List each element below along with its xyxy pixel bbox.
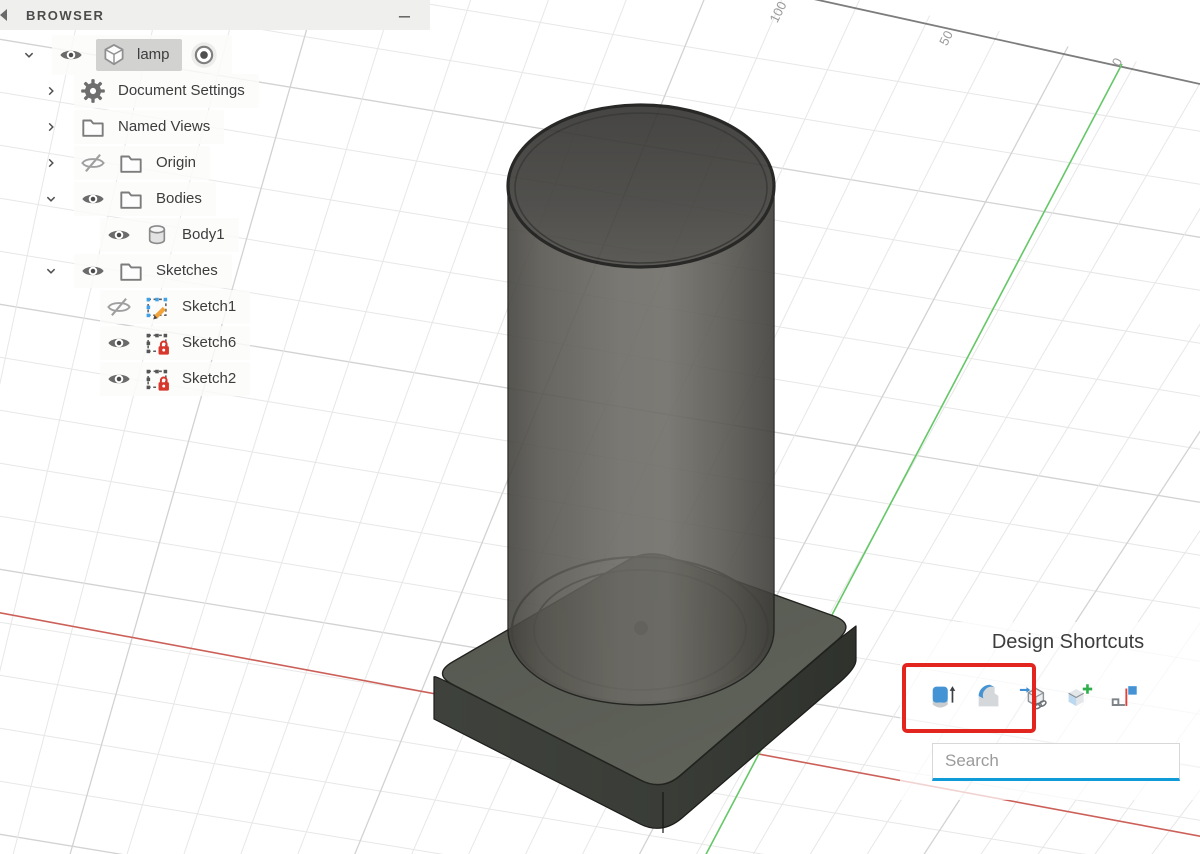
tree-row-strip: Sketch1 — [100, 290, 251, 324]
tree-item-label: Sketch1 — [182, 298, 237, 315]
sketch-edit-icon — [144, 294, 170, 320]
visibility-eye-icon[interactable] — [80, 258, 106, 284]
grid-label-100: 100 — [766, 0, 789, 25]
visibility-eye-icon[interactable] — [106, 222, 132, 248]
tree-row-sketches[interactable]: Sketches — [0, 254, 430, 288]
design-shortcuts-title: Design Shortcuts — [991, 631, 1145, 653]
sketch-locked-icon — [144, 366, 170, 392]
tree-row-strip: Sketches — [74, 254, 232, 288]
component-cube-icon — [101, 42, 127, 68]
tree-row-named-views[interactable]: Named Views — [0, 110, 430, 144]
tree-row-strip: Bodies — [74, 182, 216, 216]
chevron-down-icon[interactable] — [36, 186, 66, 212]
tree-item-label: Sketches — [156, 262, 218, 279]
visibility-eye-icon[interactable] — [106, 366, 132, 392]
visibility-eye-icon[interactable] — [106, 330, 132, 356]
tree-row-strip: Sketch6 — [100, 326, 251, 360]
tree-item-label: Sketch2 — [182, 370, 237, 387]
folder-icon — [80, 114, 106, 140]
model-lamp[interactable] — [433, 103, 857, 833]
tree-row-strip: lamp — [52, 35, 232, 75]
grid-label-50: 50 — [936, 28, 956, 48]
tree-item-label: Bodies — [156, 190, 202, 207]
chevron-down-icon[interactable] — [36, 258, 66, 284]
tree-row-strip: Body1 — [100, 218, 239, 252]
activate-component-radio[interactable] — [190, 41, 218, 69]
joint-icon[interactable] — [1108, 681, 1140, 713]
chevron-right-icon[interactable] — [36, 78, 66, 104]
sketch-locked-icon — [144, 330, 170, 356]
visibility-eye-off-icon[interactable] — [80, 150, 106, 176]
tree-row-strip: Origin — [74, 146, 211, 180]
visibility-eye-icon[interactable] — [58, 42, 84, 68]
tree-row-lamp[interactable]: lamp — [0, 35, 430, 75]
chevron-right-icon[interactable] — [36, 114, 66, 140]
grid-edge-mask — [859, 0, 1200, 76]
visibility-eye-icon[interactable] — [80, 186, 106, 212]
tree-item-label: Origin — [156, 154, 197, 171]
body-cylinder-icon — [144, 222, 170, 248]
chevron-right-icon[interactable] — [36, 150, 66, 176]
tree-row-strip: Named Views — [74, 110, 225, 144]
tree-row-strip: Sketch2 — [100, 362, 251, 396]
chevron-down-icon[interactable] — [14, 42, 44, 68]
extrude-icon[interactable] — [928, 681, 960, 713]
tree-row-bodies[interactable]: Bodies — [0, 182, 430, 216]
browser-minimize-button[interactable]: – — [393, 1, 416, 31]
fillet-icon[interactable] — [973, 681, 1005, 713]
gear-icon — [80, 78, 106, 104]
browser-tree: lamp Document Settings Named Views Origin Bo… — [0, 35, 430, 398]
tree-row-sketch6[interactable]: Sketch6 — [0, 326, 430, 360]
search-field-wrap — [932, 743, 1180, 781]
tree-row-strip: Document Settings — [74, 74, 259, 108]
tree-row-body1[interactable]: Body1 — [0, 218, 430, 252]
folder-icon — [118, 186, 144, 212]
tree-item-label: Sketch6 — [182, 334, 237, 351]
tree-item-label: Body1 — [182, 226, 225, 243]
selected-item-box[interactable]: lamp — [96, 39, 182, 71]
browser-header: BROWSER – — [0, 0, 430, 30]
search-input[interactable] — [932, 743, 1180, 781]
tree-row-document-settings[interactable]: Document Settings — [0, 74, 430, 108]
tree-row-sketch2[interactable]: Sketch2 — [0, 362, 430, 396]
design-shortcuts-panel: Design Shortcuts — [900, 622, 1200, 800]
browser-panel-title: BROWSER — [26, 7, 105, 23]
tree-row-origin[interactable]: Origin — [0, 146, 430, 180]
cylinder-top-rim — [506, 103, 776, 269]
tree-item-label: Named Views — [118, 118, 211, 135]
browser-panel: BROWSER – lamp Document Settings Named Vie… — [0, 0, 430, 396]
tree-item-label: Document Settings — [118, 82, 245, 99]
folder-icon — [118, 258, 144, 284]
new-component-icon[interactable] — [1063, 681, 1095, 713]
panel-collapse-arrow-icon[interactable] — [0, 9, 7, 21]
shortcut-icons-row — [928, 681, 1140, 713]
tree-row-sketch1[interactable]: Sketch1 — [0, 290, 430, 324]
tree-item-label: lamp — [137, 46, 170, 63]
visibility-eye-off-icon[interactable] — [106, 294, 132, 320]
folder-icon — [118, 150, 144, 176]
derive-icon[interactable] — [1018, 681, 1050, 713]
cylinder-body[interactable] — [506, 103, 776, 706]
